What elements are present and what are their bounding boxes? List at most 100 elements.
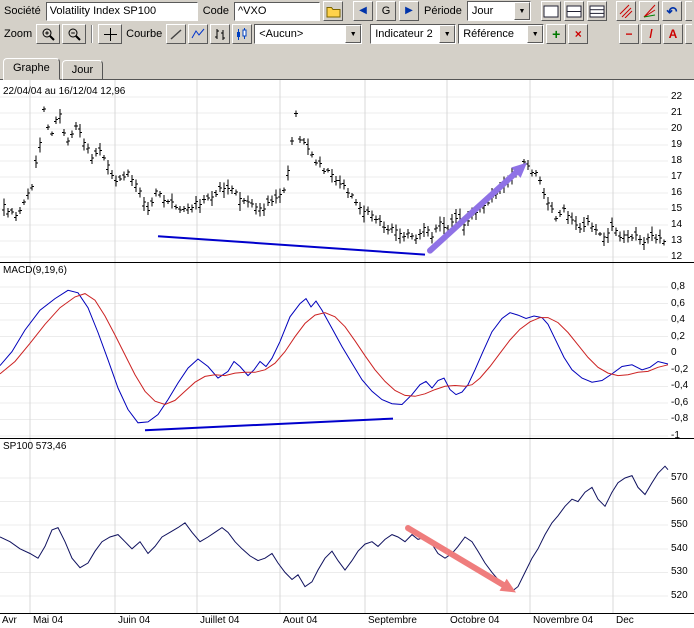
- y-tick-label: 18: [671, 155, 683, 166]
- clipped-button-2[interactable]: ▼: [685, 24, 692, 44]
- line-chart-button[interactable]: [166, 24, 187, 44]
- crosshair-icon: [103, 27, 117, 41]
- zigzag-icon: [191, 28, 205, 39]
- chevron-down-icon[interactable]: ▼: [345, 25, 362, 43]
- chart-area[interactable]: 22/04/04 au 16/12/04 12,96 MACD(9,19,6) …: [0, 80, 694, 628]
- layout-split-button[interactable]: [563, 1, 584, 21]
- undo-button[interactable]: ↶: [662, 1, 682, 21]
- candlestick-chart-button[interactable]: [232, 24, 253, 44]
- text-tool-button[interactable]: A: [663, 24, 683, 44]
- y-tick-label: -0,8: [671, 413, 689, 424]
- code-label: Code: [202, 5, 229, 17]
- tab-graphe[interactable]: Graphe: [3, 58, 60, 80]
- x-axis-label: Aout 04: [283, 615, 318, 626]
- panel3-title: SP100 573,46: [3, 441, 67, 452]
- g-button-label: G: [381, 5, 391, 17]
- y-tick-label: 0,2: [671, 331, 685, 342]
- indicator2-value: Indicateur 2: [375, 28, 433, 40]
- y-tick-label: 570: [671, 472, 688, 483]
- open-file-button[interactable]: [323, 1, 343, 21]
- text-tool-icon: A: [668, 27, 678, 41]
- clipped-button-slot: ▼: [685, 24, 692, 44]
- panel1-title: 22/04/04 au 16/12/04 12,96: [3, 86, 126, 97]
- clipped-icon: ▼: [690, 29, 692, 39]
- y-tick-label: 550: [671, 519, 688, 530]
- y-tick-label: 0,4: [671, 314, 685, 325]
- clipped-button-slot: /: [685, 1, 692, 21]
- y-tick-label: 15: [671, 203, 683, 214]
- toolbar-row-1: Société Code ◀ G ▶ Période Jour ▼: [0, 0, 694, 22]
- x-axis-label: Juillet 04: [200, 615, 240, 626]
- y-tick-label: 540: [671, 543, 688, 554]
- zoom-out-icon: [68, 28, 81, 41]
- left-arrow-icon: ◀: [359, 5, 367, 16]
- reference-select[interactable]: Référence ▼: [458, 24, 545, 44]
- chart-canvas[interactable]: [0, 80, 694, 628]
- folder-icon: [326, 6, 340, 17]
- ohlc-bars-icon: [215, 29, 226, 40]
- x-axis-label: Septembre: [368, 615, 417, 626]
- separator: [91, 25, 94, 43]
- y-tick-label: 0: [671, 347, 677, 358]
- zoom-label: Zoom: [4, 28, 33, 40]
- societe-input[interactable]: [45, 1, 198, 21]
- y-tick-label: 520: [671, 590, 688, 601]
- y-tick-label: 0,8: [671, 281, 685, 292]
- zoom-out-button[interactable]: [62, 24, 87, 44]
- y-tick-label: 22: [671, 91, 683, 102]
- candlestick-icon: [237, 28, 247, 40]
- prev-period-button[interactable]: ◀: [353, 1, 373, 21]
- remove-indicator-button[interactable]: ×: [568, 24, 589, 44]
- chevron-down-icon[interactable]: ▼: [527, 25, 544, 43]
- crosshair-button[interactable]: [98, 24, 123, 44]
- zigzag-chart-button[interactable]: [188, 24, 209, 44]
- zoom-in-button[interactable]: [36, 24, 61, 44]
- reference-value: Référence: [463, 28, 514, 40]
- periode-value: Jour: [471, 5, 494, 17]
- two-pane-icon: [566, 5, 582, 17]
- bars-chart-button[interactable]: [210, 24, 231, 44]
- draw-oblique-line-button[interactable]: /: [641, 24, 661, 44]
- overlay-select[interactable]: <Aucun> ▼: [254, 24, 363, 44]
- clipped-button-1[interactable]: /: [685, 1, 692, 21]
- code-input[interactable]: [234, 1, 320, 21]
- y-tick-label: 17: [671, 171, 683, 182]
- y-tick-label: 20: [671, 123, 683, 134]
- layout-triple-button[interactable]: [586, 1, 607, 21]
- courbe-label: Courbe: [126, 28, 163, 40]
- y-tick-label: -0,2: [671, 364, 689, 375]
- draw-trendlines-button[interactable]: [616, 1, 636, 21]
- add-indicator-button[interactable]: +: [546, 24, 567, 44]
- draw-fan-button[interactable]: [639, 1, 659, 21]
- zoom-in-icon: [42, 28, 55, 41]
- panel2-title: MACD(9,19,6): [3, 265, 67, 276]
- charting-app-window: Société Code ◀ G ▶ Période Jour ▼: [0, 0, 694, 628]
- y-tick-label: -0,6: [671, 397, 689, 408]
- hatch-lines-icon: [619, 4, 633, 18]
- tab-jour[interactable]: Jour: [61, 60, 104, 80]
- undo-icon: ↶: [666, 3, 678, 19]
- three-pane-icon: [589, 5, 605, 17]
- y-tick-label: 530: [671, 566, 688, 577]
- x-axis-label: Avr: [2, 615, 17, 626]
- goto-button[interactable]: G: [376, 1, 396, 21]
- indicator2-select[interactable]: Indicateur 2 ▼: [370, 24, 457, 44]
- tab-bar: Graphe Jour: [0, 46, 694, 80]
- plus-icon: +: [552, 26, 561, 42]
- fan-lines-icon: [643, 4, 656, 18]
- layout-single-button[interactable]: [540, 1, 561, 21]
- periode-select[interactable]: Jour ▼: [466, 1, 531, 21]
- next-period-button[interactable]: ▶: [399, 1, 419, 21]
- societe-label: Société: [4, 5, 41, 17]
- periode-label: Période: [424, 5, 462, 17]
- toolbar-row-2: Zoom Courbe <Aucun> ▼ Indicateur 2 ▼ Réf…: [0, 22, 694, 46]
- chevron-down-icon[interactable]: ▼: [513, 2, 530, 20]
- draw-horizontal-line-button[interactable]: −: [619, 24, 639, 44]
- overlay-value: <Aucun>: [259, 28, 304, 40]
- y-tick-label: 19: [671, 139, 683, 150]
- y-tick-label: 16: [671, 187, 683, 198]
- chevron-down-icon[interactable]: ▼: [439, 25, 456, 43]
- oblique-line-icon: /: [649, 27, 653, 41]
- y-tick-label: 13: [671, 235, 683, 246]
- y-tick-label: 560: [671, 496, 688, 507]
